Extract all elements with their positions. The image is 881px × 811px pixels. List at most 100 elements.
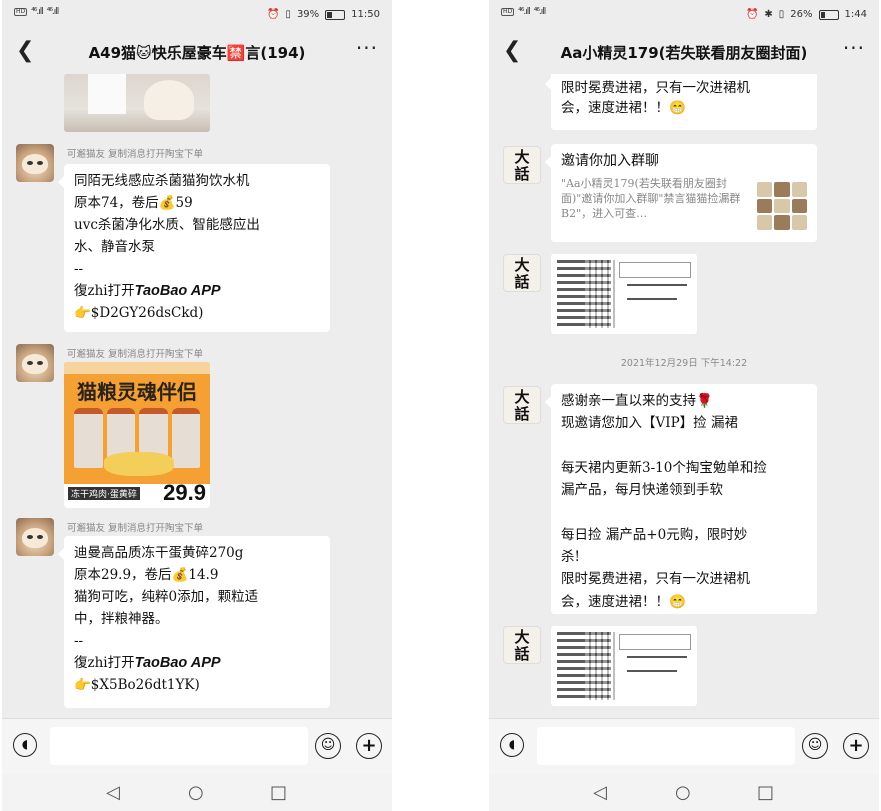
message-line: 会，速度进裙！！😁 — [561, 100, 686, 116]
sender-name: 可邂猫友 复制消息打开陶宝下单 — [67, 349, 204, 360]
invite-title: 邀请你加入群聊 — [561, 153, 659, 169]
avatar-char: 大 — [514, 628, 530, 646]
message-bubble[interactable]: 迪曼高品质冻干蛋黄碎270g 原本29.9，卷后💰14.9 猫狗可吃，纯粹0添加… — [58, 536, 330, 708]
voice-input-button[interactable]: ◖ — [13, 733, 37, 757]
message-line: 原本74，卷后💰59 — [74, 195, 193, 211]
avatar-char: 話 — [514, 165, 530, 183]
message-line — [561, 435, 807, 457]
avatar-char: 大 — [514, 388, 530, 406]
system-nav-bar: ◁ ○ □ — [489, 774, 879, 811]
nav-back-icon[interactable]: ◁ — [106, 782, 120, 803]
left-phone-screen: HD ⁴⁶.ıll ⁴⁶.ıll ⏰ ▯ 39% 11:50 ❮ A49猫🐱快乐… — [2, 0, 392, 811]
more-options-button[interactable]: ··· — [843, 36, 865, 60]
product-poster-image[interactable]: 猫粮灵魂伴侣 冻干鸡肉·蛋黄碎 29.9 — [64, 362, 210, 508]
message-bubble[interactable]: 感谢亲一直以来的支持🌹 现邀请您加入【VIP】捡 漏裙 每天裙内更新3-10个掏… — [545, 384, 817, 614]
chat-title: Aa小精灵179(若失联看朋友圈封面) — [560, 44, 808, 62]
message-input[interactable] — [50, 727, 308, 765]
system-nav-bar: ◁ ○ □ — [2, 774, 392, 811]
message-line: 现邀请您加入【VIP】捡 漏裙 — [561, 415, 738, 432]
message-bubble[interactable]: 同陌无线感应杀菌猫狗饮水机 原本74，卷后💰59 uvc杀菌净化水质、智能感应出… — [58, 164, 330, 332]
message-line: 杀! — [561, 549, 580, 566]
right-phone-screen: HD ⁴⁶.ıll ⁴⁶.ıll ⏰ ✱ ▯ 26% 1:44 ❮ Aa小精灵1… — [489, 0, 879, 811]
nav-recents-icon[interactable]: □ — [757, 782, 774, 803]
more-actions-button[interactable]: + — [356, 733, 382, 759]
avatar[interactable]: 大 話 — [503, 254, 541, 292]
avatar-char: 話 — [514, 405, 530, 423]
sender-name: 可邂猫友 复制消息打开陶宝下单 — [67, 149, 204, 160]
nav-home-icon[interactable]: ○ — [675, 782, 691, 803]
promo-code: 👉$X5Bo26dt1YK) — [74, 677, 200, 693]
sender-name: 可邂猫友 复制消息打开陶宝下单 — [67, 523, 204, 534]
signal-icon: ⁴⁶.ıll — [31, 7, 44, 17]
message-bubble[interactable]: ✓ 限时冕费进裙，只有一次进裙机 会，速度进裙！！😁 — [545, 74, 817, 130]
nav-back-icon[interactable]: ◁ — [593, 782, 607, 803]
emoji-button[interactable]: ☺ — [802, 733, 828, 759]
avatar[interactable] — [16, 518, 54, 556]
signal-icon: ⁴⁶.ıll — [518, 7, 531, 17]
message-line: 水、静音水泵 — [74, 239, 155, 255]
hd-indicator: HD — [501, 8, 515, 16]
avatar[interactable] — [16, 144, 54, 182]
app-name: TaoBao APP — [134, 283, 221, 299]
emoji-button[interactable]: ☺ — [315, 733, 341, 759]
poster-title: 猫粮灵魂伴侣 — [77, 380, 197, 404]
avatar-char: 大 — [514, 256, 530, 274]
message-line: 会，速度进裙！！😁 — [561, 593, 686, 610]
message-line: 感谢亲一直以来的支持🌹 — [561, 393, 713, 409]
input-bar: ◖ ☺ + — [2, 718, 392, 775]
avatar[interactable]: 大 話 — [503, 626, 541, 664]
avatar[interactable]: 大 話 — [503, 146, 541, 184]
voice-input-button[interactable]: ◖ — [500, 733, 524, 757]
message-line: 中，拌粮神器。 — [74, 611, 169, 627]
cat-product-image[interactable] — [64, 74, 210, 132]
promo-code: 👉$D2GY26dsCkd) — [74, 305, 204, 321]
message-line: 原本29.9，卷后💰14.9 — [74, 567, 219, 583]
chat-header: ❮ Aa小精灵179(若失联看朋友圈封面) ··· — [489, 32, 879, 74]
poster-tag: 冻干鸡肉·蛋黄碎 — [68, 487, 140, 500]
message-line: 漏产品，每月快递领到手软 — [561, 482, 723, 499]
more-actions-button[interactable]: + — [843, 733, 869, 759]
more-options-button[interactable]: ··· — [356, 36, 378, 60]
message-line: 復zhi打开 — [74, 283, 135, 299]
screenshot-image[interactable] — [551, 254, 697, 334]
nav-home-icon[interactable]: ○ — [188, 782, 204, 803]
message-line: 每日捡 漏产品+0元购，限时妙 — [561, 526, 748, 543]
alarm-icon: ⏰ — [745, 9, 759, 20]
message-line: 復zhi打开 — [74, 655, 135, 671]
vibrate-icon: ▯ — [778, 9, 785, 20]
clock: 11:50 — [351, 9, 380, 20]
back-button[interactable]: ❮ — [503, 38, 521, 63]
nav-recents-icon[interactable]: □ — [270, 782, 287, 803]
battery-percent: 39% — [296, 9, 320, 20]
message-line: uvc杀菌净化水质、智能感应出 — [74, 217, 260, 233]
avatar[interactable]: 大 話 — [503, 386, 541, 424]
status-bar: HD ⁴⁶.ıll ⁴⁶.ıll ⏰ ▯ 39% 11:50 — [2, 0, 392, 32]
message-list: 可邂猫友 复制消息打开陶宝下单 同陌无线感应杀菌猫狗饮水机 原本74，卷后💰59… — [2, 74, 392, 718]
vibrate-icon: ▯ — [285, 9, 291, 20]
clock: 1:44 — [844, 9, 867, 20]
battery-percent: 26% — [790, 9, 813, 20]
group-invite-card[interactable]: 邀请你加入群聊 "Aa小精灵179(若失联看朋友圈封面)"邀请你加入群聊"禁言猫… — [545, 144, 817, 242]
back-button[interactable]: ❮ — [16, 38, 34, 63]
message-input[interactable] — [537, 727, 795, 765]
avatar[interactable] — [16, 344, 54, 382]
bluetooth-icon: ✱ — [764, 9, 773, 20]
message-list: ✓ 限时冕费进裙，只有一次进裙机 会，速度进裙！！😁 大 話 邀请你加入群聊 "… — [489, 74, 879, 718]
avatar-char: 大 — [514, 148, 530, 166]
chat-header: ❮ A49猫🐱快乐屋豪车🈲言(194) ··· — [2, 32, 392, 74]
signal-icon: ⁴⁶.ıll — [533, 7, 547, 17]
app-name: TaoBao APP — [134, 655, 221, 671]
signal-icon: ⁴⁶.ıll — [46, 7, 60, 17]
message-line: -- — [74, 261, 84, 277]
battery-icon — [818, 9, 839, 20]
poster-price: 29.9 — [163, 480, 206, 505]
hd-indicator: HD — [14, 8, 28, 16]
message-timestamp: 2021年12月29日 下午14:22 — [620, 358, 748, 369]
screenshot-image[interactable] — [551, 626, 697, 706]
invite-description: "Aa小精灵179(若失联看朋友圈封面)"邀请你加入群聊"禁言猫猫捡漏群B2"，… — [561, 177, 741, 220]
message-line: 限时冕费进裙，只有一次进裙机 — [561, 80, 750, 96]
chat-title: A49猫🐱快乐屋豪车🈲言(194) — [88, 44, 306, 62]
message-line: -- — [74, 633, 84, 649]
message-line: 每天裙内更新3-10个掏宝勉单和捡 — [561, 459, 767, 476]
status-bar: HD ⁴⁶.ıll ⁴⁶.ıll ⏰ ✱ ▯ 26% 1:44 — [489, 0, 879, 32]
